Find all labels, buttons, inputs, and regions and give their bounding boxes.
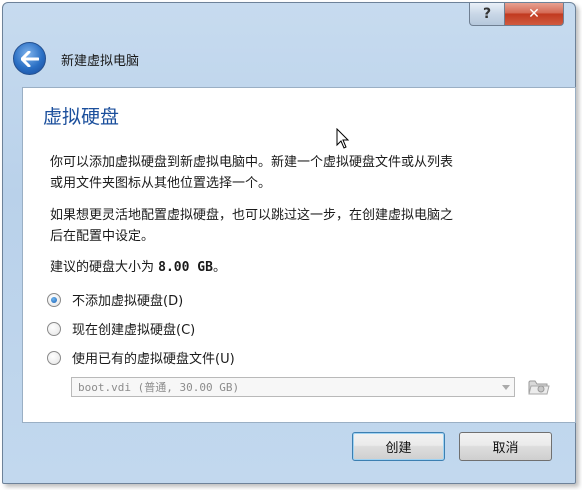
radio-create-disk[interactable]: 现在创建虚拟硬盘(C) [47, 319, 195, 338]
radio-no-disk[interactable]: 不添加虚拟硬盘(D) [47, 290, 183, 309]
close-button[interactable]: ✕ [504, 3, 564, 26]
radio-label-no-disk: 不添加虚拟硬盘(D) [72, 294, 184, 309]
skip-paragraph: 如果想更灵活地配置虚拟硬盘，也可以跳过这一步，在创建虚拟电脑之 后在配置中设定。 [50, 205, 550, 247]
create-button[interactable]: 创建 [352, 432, 445, 461]
intro-paragraph: 你可以添加虚拟硬盘到新虚拟电脑中。新建一个虚拟硬盘文件或从列表 或用文件夹图标从… [50, 152, 550, 194]
page-heading: 虚拟硬盘 [43, 106, 120, 128]
help-button[interactable]: ? [469, 3, 505, 26]
wizard-page: 虚拟硬盘 你可以添加虚拟硬盘到新虚拟电脑中。新建一个虚拟硬盘文件或从列表 或用文… [22, 87, 576, 423]
radio-label-existing-disk: 使用已有的虚拟硬盘文件(U) [72, 352, 235, 367]
radio-button[interactable] [47, 350, 61, 365]
skip-line-1: 如果想更灵活地配置虚拟硬盘，也可以跳过这一步，在创建虚拟电脑之 [50, 208, 454, 223]
radio-existing-disk[interactable]: 使用已有的虚拟硬盘文件(U) [47, 348, 235, 367]
existing-disk-value: boot.vdi (普通, 30.00 GB) [78, 381, 240, 394]
radio-button-checked[interactable] [47, 292, 61, 307]
window-title: 新建虚拟电脑 [61, 54, 140, 69]
size-value: 8.00 GB [158, 260, 213, 275]
help-icon: ? [482, 6, 492, 22]
radio-label-create-disk: 现在创建虚拟硬盘(C) [72, 323, 196, 338]
mouse-cursor-icon [336, 128, 350, 149]
skip-line-2: 后在配置中设定。 [50, 229, 155, 244]
intro-line-2: 或用文件夹图标从其他位置选择一个。 [50, 176, 272, 191]
recommended-size: 建议的硬盘大小为 8.00 GB。 [50, 257, 550, 278]
size-prefix: 建议的硬盘大小为 [50, 260, 155, 275]
size-suffix: 。 [212, 260, 226, 275]
back-button[interactable] [13, 42, 46, 75]
back-arrow-icon [20, 50, 39, 67]
folder-icon [528, 380, 550, 395]
close-icon: ✕ [528, 6, 540, 22]
chevron-down-icon[interactable] [502, 385, 510, 390]
intro-line-1: 你可以添加虚拟硬盘到新虚拟电脑中。新建一个虚拟硬盘文件或从列表 [50, 155, 454, 170]
radio-button[interactable] [47, 321, 61, 336]
existing-disk-select[interactable]: boot.vdi (普通, 30.00 GB) [71, 377, 515, 397]
cancel-button[interactable]: 取消 [459, 432, 552, 461]
choose-disk-file-button[interactable] [526, 377, 552, 397]
